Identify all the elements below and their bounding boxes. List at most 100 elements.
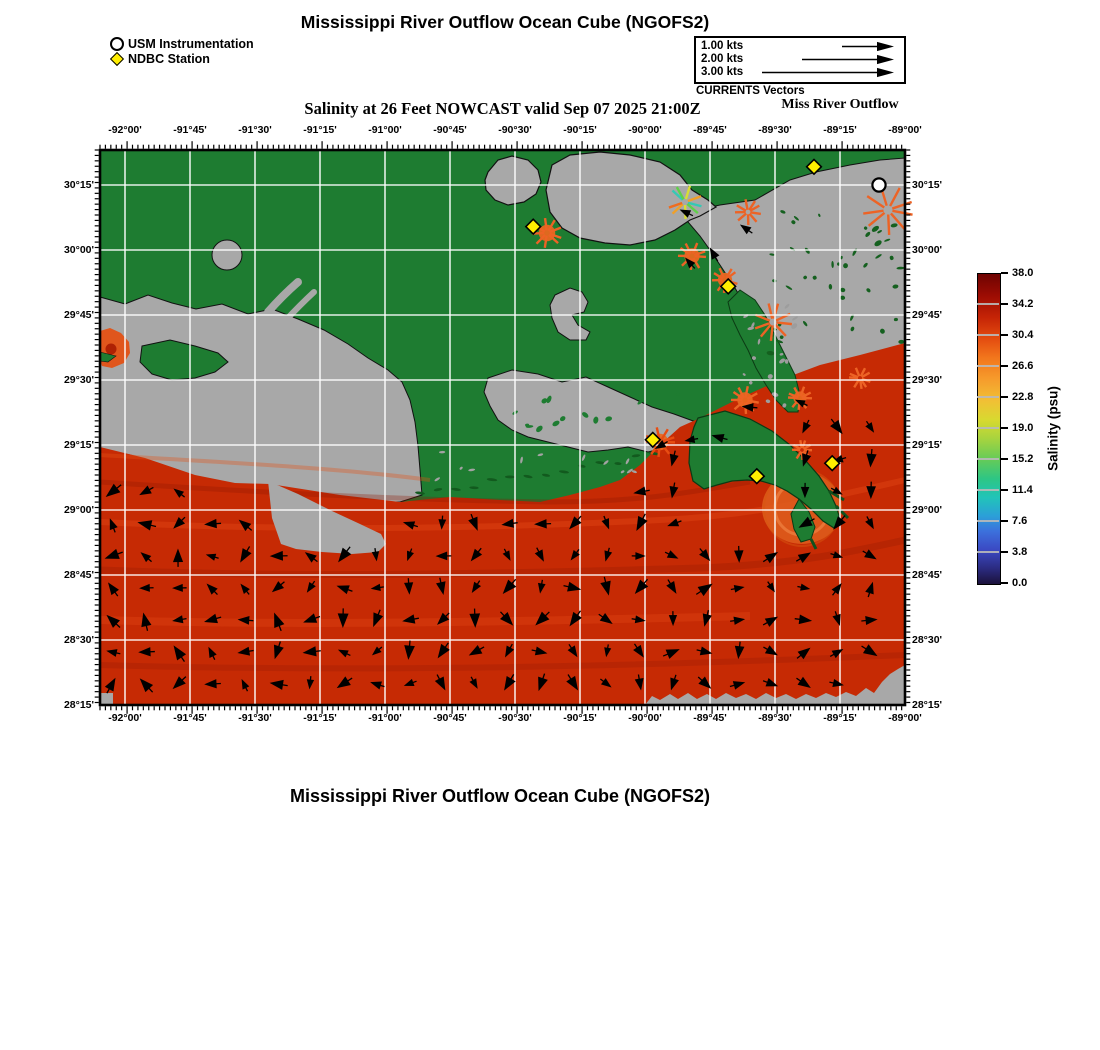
colorbar-tick xyxy=(1001,458,1008,460)
station-legend: USM Instrumentation NDBC Station xyxy=(110,36,254,66)
colorbar-tick-label: 22.8 xyxy=(1012,391,1056,403)
page-title: Mississippi River Outflow Ocean Cube (NG… xyxy=(0,12,1010,33)
colorbar-tick xyxy=(1001,365,1008,367)
colorbar-tick xyxy=(1001,396,1008,398)
lat-axis-label-right: 29°15' xyxy=(912,439,968,451)
legend-row-usm: USM Instrumentation xyxy=(110,36,254,51)
lat-axis-label-right: 29°00' xyxy=(912,504,968,516)
colorbar-tick-label: 7.6 xyxy=(1012,515,1056,527)
lon-axis-label-top: -89°30' xyxy=(745,124,805,136)
lat-axis-label-left: 28°30' xyxy=(38,634,94,646)
lat-axis-label-left: 30°15' xyxy=(38,179,94,191)
lon-axis-label-top: -90°00' xyxy=(615,124,675,136)
colorbar-level-line xyxy=(977,520,999,522)
usm-station-marker xyxy=(872,178,885,191)
colorbar-tick-label: 0.0 xyxy=(1012,577,1056,589)
lat-axis-label-left: 29°15' xyxy=(38,439,94,451)
vector-scale-arrows xyxy=(696,38,904,82)
colorbar-level-line xyxy=(977,427,999,429)
colorbar-tick-label: 15.2 xyxy=(1012,453,1056,465)
lon-axis-label-top: -91°15' xyxy=(290,124,350,136)
plume-vector-ray xyxy=(545,218,547,230)
lon-axis-label-top: -92°00' xyxy=(95,124,155,136)
plume-vector-ray xyxy=(695,256,706,257)
small-lake xyxy=(212,240,242,270)
lat-axis-label-right: 28°30' xyxy=(912,634,968,646)
colorbar-tick xyxy=(1001,582,1008,584)
usm-legend-label: USM Instrumentation xyxy=(128,37,254,51)
plume-vector-ray xyxy=(800,440,801,448)
map-base-layers xyxy=(100,150,905,705)
region-label: Miss River Outflow xyxy=(770,97,910,113)
colorbar-tick-label: 11.4 xyxy=(1012,484,1056,496)
lon-axis-label-top: -91°30' xyxy=(225,124,285,136)
scale-arrow-head xyxy=(877,68,894,77)
lon-axis-label-top: -89°45' xyxy=(680,124,740,136)
lon-axis-label-bottom: -91°45' xyxy=(160,712,220,724)
colorbar-level-line xyxy=(977,551,999,553)
colorbar-tick xyxy=(1001,427,1008,429)
colorbar-level-line xyxy=(977,458,999,460)
currents-vector-legend-box: 1.00 kts 2.00 kts 3.00 kts xyxy=(694,36,906,84)
legend-row-ndbc: NDBC Station xyxy=(110,51,254,66)
lat-axis-label-right: 28°15' xyxy=(912,699,968,711)
colorbar-tick-label: 19.0 xyxy=(1012,422,1056,434)
lat-axis-label-right: 29°30' xyxy=(912,374,968,386)
colorbar-tick-label: 34.2 xyxy=(1012,298,1056,310)
scale-arrow-head xyxy=(877,55,894,64)
colorbar-level-line xyxy=(977,334,999,336)
lon-axis-label-top: -89°00' xyxy=(875,124,935,136)
lon-axis-label-bottom: -91°30' xyxy=(225,712,285,724)
lon-axis-label-top: -90°15' xyxy=(550,124,610,136)
colorbar-tick-label: 38.0 xyxy=(1012,267,1056,279)
usm-circle-icon xyxy=(110,37,124,51)
colorbar-level-line xyxy=(977,365,999,367)
colorbar-level-line xyxy=(977,396,999,398)
lat-axis-label-left: 29°45' xyxy=(38,309,94,321)
lat-axis-label-left: 28°15' xyxy=(38,699,94,711)
lon-axis-label-bottom: -89°15' xyxy=(810,712,870,724)
ndbc-diamond-icon xyxy=(110,51,124,65)
lon-axis-label-top: -90°30' xyxy=(485,124,545,136)
colorbar-tick xyxy=(1001,334,1008,336)
lon-axis-label-bottom: -89°00' xyxy=(875,712,935,724)
lon-axis-label-top: -91°00' xyxy=(355,124,415,136)
plume-vector-ray xyxy=(860,380,861,389)
colorbar-tick-label: 26.6 xyxy=(1012,360,1056,372)
colorbar-level-line xyxy=(977,303,999,305)
colorbar-tick-label: 3.8 xyxy=(1012,546,1056,558)
colorbar-tick xyxy=(1001,520,1008,522)
ndbc-legend-label: NDBC Station xyxy=(128,52,210,66)
lon-axis-label-bottom: -91°00' xyxy=(355,712,415,724)
lon-axis-label-top: -89°15' xyxy=(810,124,870,136)
lat-axis-label-left: 30°00' xyxy=(38,244,94,256)
colorbar-tick xyxy=(1001,551,1008,553)
lat-axis-label-right: 30°15' xyxy=(912,179,968,191)
lat-axis-label-right: 28°45' xyxy=(912,569,968,581)
lon-axis-label-bottom: -89°30' xyxy=(745,712,805,724)
colorbar-tick xyxy=(1001,272,1008,274)
currents-vectors-caption: CURRENTS Vectors xyxy=(696,85,805,97)
colorbar-tick xyxy=(1001,303,1008,305)
lon-axis-label-bottom: -90°45' xyxy=(420,712,480,724)
lon-axis-label-top: -90°45' xyxy=(420,124,480,136)
lat-axis-label-left: 29°30' xyxy=(38,374,94,386)
lon-axis-label-bottom: -89°45' xyxy=(680,712,740,724)
colorbar-level-line xyxy=(977,489,999,491)
lon-axis-label-bottom: -90°15' xyxy=(550,712,610,724)
lon-axis-label-bottom: -90°00' xyxy=(615,712,675,724)
lon-axis-label-bottom: -91°15' xyxy=(290,712,350,724)
lon-axis-label-bottom: -92°00' xyxy=(95,712,155,724)
lat-axis-label-left: 28°45' xyxy=(38,569,94,581)
plume-vector-ray xyxy=(750,212,761,214)
colorbar-tick xyxy=(1001,489,1008,491)
corner-nodata-patch xyxy=(100,693,113,705)
lon-axis-label-top: -91°45' xyxy=(160,124,220,136)
colorbar xyxy=(977,273,1001,585)
plume-core xyxy=(106,344,117,355)
lon-axis-label-bottom: -90°30' xyxy=(485,712,545,724)
plume-vector-ray xyxy=(888,214,889,234)
bottom-title: Mississippi River Outflow Ocean Cube (NG… xyxy=(0,786,1000,807)
lat-axis-label-left: 29°00' xyxy=(38,504,94,516)
salinity-nowcast-figure: { "titles": { "main": "Mississippi River… xyxy=(0,0,1100,1050)
